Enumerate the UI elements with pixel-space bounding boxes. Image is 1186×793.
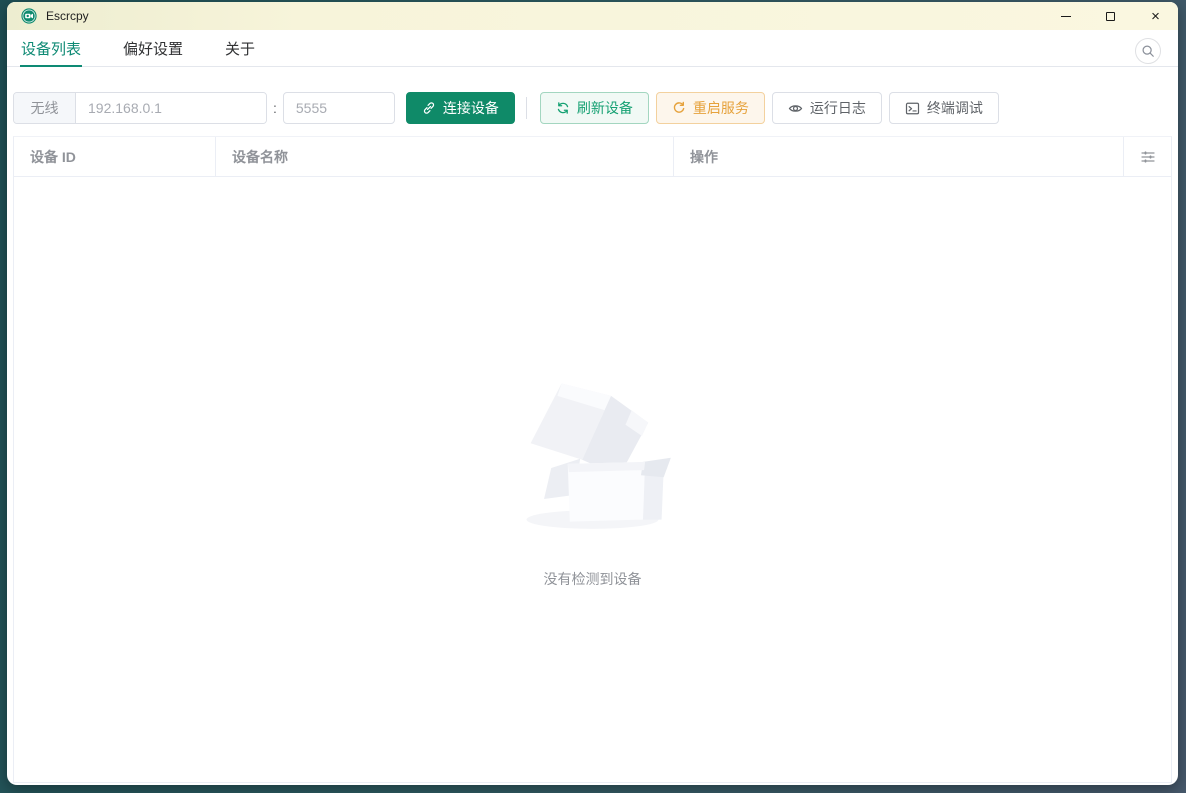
empty-state: 没有检测到设备: [510, 371, 675, 589]
terminal-debug-label: 终端调试: [926, 100, 983, 116]
window-title: Escrcpy: [46, 9, 89, 23]
app-window: Escrcpy × 设备列表 偏好设置 关于 无线 192.168.0.1: …: [7, 2, 1178, 785]
tab-bar: 设备列表 偏好设置 关于: [7, 30, 1178, 67]
run-log-button[interactable]: 运行日志: [771, 92, 882, 124]
tab-about[interactable]: 关于: [224, 30, 256, 66]
search-button[interactable]: [1135, 38, 1161, 64]
eye-icon: [788, 104, 803, 112]
close-icon: ×: [1151, 7, 1160, 25]
tab-device-list[interactable]: 设备列表: [20, 30, 83, 67]
terminal-icon: [905, 102, 920, 114]
restart-service-button[interactable]: 重启服务: [655, 92, 765, 124]
device-table: 设备 ID 设备名称 操作 没有检测到设备: [13, 136, 1172, 783]
refresh-devices-button[interactable]: 刷新设备: [539, 92, 649, 124]
empty-state-text: 没有检测到设备: [543, 570, 642, 587]
terminal-debug-button[interactable]: 终端调试: [888, 92, 999, 124]
column-header-device-name: 设备名称: [216, 137, 674, 176]
window-controls: ×: [1043, 2, 1178, 30]
close-button[interactable]: ×: [1133, 2, 1178, 30]
search-icon: [1142, 45, 1154, 57]
tab-preferences[interactable]: 偏好设置: [122, 30, 184, 66]
restart-icon: [673, 101, 685, 113]
ip-address-input[interactable]: [76, 93, 266, 123]
link-icon: [423, 102, 434, 114]
refresh-devices-label: 刷新设备: [576, 100, 633, 116]
device-table-body: 没有检测到设备: [14, 177, 1171, 782]
sliders-icon: [1140, 150, 1155, 163]
device-table-header: 设备 ID 设备名称 操作: [14, 137, 1171, 177]
wireless-address-group: 无线: [13, 92, 267, 124]
maximize-button[interactable]: [1088, 2, 1133, 30]
maximize-icon: [1106, 11, 1115, 21]
app-logo-icon: [21, 8, 37, 24]
titlebar: Escrcpy ×: [7, 2, 1178, 30]
connection-toolbar: 无线 : 连接设备 刷新设备: [13, 92, 1172, 124]
wireless-label: 无线: [14, 93, 76, 123]
empty-box-illustration: [526, 382, 671, 529]
toolbar-divider: [525, 97, 527, 119]
connect-device-button[interactable]: 连接设备: [405, 92, 515, 124]
refresh-icon: [557, 102, 569, 114]
port-input[interactable]: [282, 92, 395, 124]
minimize-button[interactable]: [1043, 2, 1088, 30]
run-log-label: 运行日志: [809, 100, 866, 116]
tab-label: 偏好设置: [123, 40, 184, 58]
tab-label: 关于: [225, 40, 256, 58]
tab-label: 设备列表: [21, 40, 82, 58]
column-header-actions: 操作: [674, 137, 1124, 176]
connect-device-label: 连接设备: [442, 100, 499, 116]
minimize-icon: [1060, 15, 1071, 17]
column-settings-button[interactable]: [1124, 137, 1171, 176]
restart-service-label: 重启服务: [692, 100, 749, 116]
column-header-device-id: 设备 ID: [14, 137, 216, 176]
port-separator: :: [273, 100, 277, 116]
